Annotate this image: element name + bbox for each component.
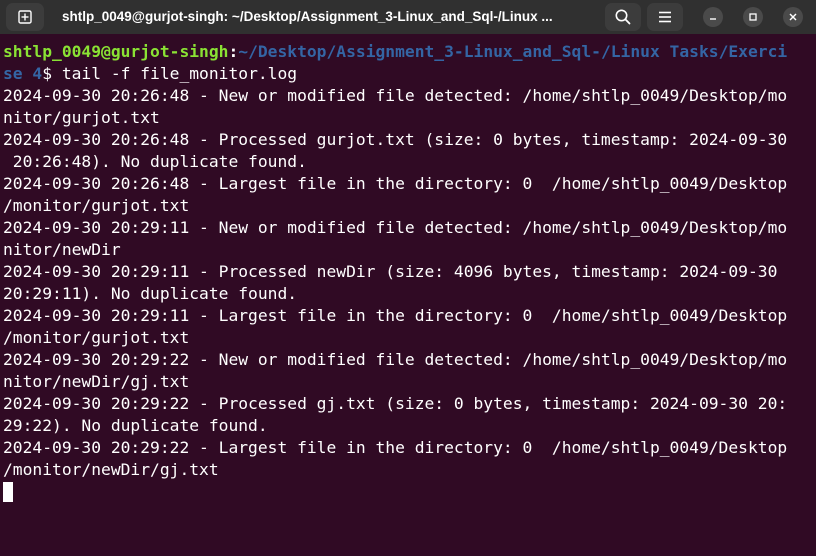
close-icon xyxy=(789,13,797,21)
minimize-button[interactable] xyxy=(703,7,723,27)
cursor-line xyxy=(0,481,804,503)
maximize-button[interactable] xyxy=(743,7,763,27)
prompt-path-continued: se 4 xyxy=(3,64,43,83)
log-line: nitor/newDir xyxy=(3,240,121,259)
new-tab-icon xyxy=(18,10,32,24)
log-line: 2024-09-30 20:29:22 - Largest file in th… xyxy=(3,438,788,457)
log-line: /monitor/newDir/gj.txt xyxy=(3,460,219,479)
window-title: shtlp_0049@gurjot-singh: ~/Desktop/Assig… xyxy=(62,9,553,24)
prompt-user-host: shtlp_0049@gurjot-singh xyxy=(3,42,229,61)
log-line: 2024-09-30 20:26:48 - New or modified fi… xyxy=(3,86,788,105)
prompt-line: shtlp_0049@gurjot-singh:~/Desktop/Assign… xyxy=(0,41,804,63)
scrollbar[interactable] xyxy=(808,41,812,556)
close-button[interactable] xyxy=(783,7,803,27)
log-line: 2024-09-30 20:29:11 - Largest file in th… xyxy=(3,306,788,325)
log-line: 20:26:48). No duplicate found. xyxy=(3,152,307,171)
log-line: 2024-09-30 20:29:11 - New or modified fi… xyxy=(3,218,788,237)
prompt-colon: : xyxy=(228,42,239,61)
title-bar: shtlp_0049@gurjot-singh: ~/Desktop/Assig… xyxy=(0,0,816,34)
log-line: /monitor/gurjot.txt xyxy=(3,196,190,215)
terminal-output[interactable]: shtlp_0049@gurjot-singh:~/Desktop/Assign… xyxy=(0,41,804,556)
prompt-path: ~/Desktop/Assignment_3-Linux_and_Sql-/Li… xyxy=(238,42,788,61)
prompt-symbol: $ xyxy=(42,64,62,83)
log-line: nitor/newDir/gj.txt xyxy=(3,372,190,391)
log-line: /monitor/gurjot.txt xyxy=(3,328,190,347)
log-line: 20:29:11). No duplicate found. xyxy=(3,284,298,303)
new-tab-button[interactable] xyxy=(6,3,44,31)
search-button[interactable] xyxy=(605,3,641,31)
hamburger-menu-icon xyxy=(659,11,671,23)
log-line: 2024-09-30 20:29:11 - Processed newDir (… xyxy=(3,262,778,281)
search-icon xyxy=(615,9,631,25)
menu-button[interactable] xyxy=(647,3,683,31)
log-line: 29:22). No duplicate found. xyxy=(3,416,268,435)
text-cursor xyxy=(3,482,13,502)
prompt-command: tail -f file_monitor.log xyxy=(61,64,298,83)
terminal-window: shtlp_0049@gurjot-singh: ~/Desktop/Assig… xyxy=(0,0,816,556)
maximize-icon xyxy=(749,13,757,21)
log-line: 2024-09-30 20:26:48 - Processed gurjot.t… xyxy=(3,130,788,149)
log-line: 2024-09-30 20:29:22 - Processed gj.txt (… xyxy=(3,394,788,413)
prompt-line-continued: se 4$ tail -f file_monitor.log xyxy=(0,63,804,85)
minimize-icon xyxy=(710,18,716,20)
log-line: nitor/gurjot.txt xyxy=(3,108,160,127)
log-line: 2024-09-30 20:29:22 - New or modified fi… xyxy=(3,350,788,369)
log-line: 2024-09-30 20:26:48 - Largest file in th… xyxy=(3,174,788,193)
